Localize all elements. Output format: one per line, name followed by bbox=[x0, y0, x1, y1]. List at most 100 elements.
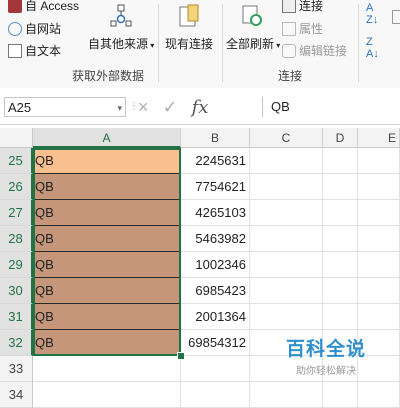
properties-button[interactable]: 属性 bbox=[282, 22, 323, 36]
cell-b[interactable]: 69854312 bbox=[181, 330, 250, 356]
from-web-button[interactable]: 自网站 bbox=[8, 22, 61, 36]
sort-az-icon[interactable]: A Z↓ bbox=[366, 2, 378, 26]
cell-a[interactable]: QB bbox=[33, 330, 181, 356]
row-header[interactable]: 31 bbox=[0, 304, 33, 330]
cell-e[interactable] bbox=[358, 304, 400, 330]
cell-c[interactable] bbox=[250, 174, 323, 200]
formula-input[interactable]: QB bbox=[262, 97, 400, 117]
cell-c[interactable] bbox=[250, 252, 323, 278]
row-header[interactable]: 30 bbox=[0, 278, 33, 304]
cell-a[interactable] bbox=[33, 382, 181, 408]
column-header-b[interactable]: B bbox=[181, 128, 250, 148]
cell-a[interactable]: QB bbox=[33, 226, 181, 252]
cell-d[interactable] bbox=[323, 252, 358, 278]
cell-a[interactable]: QB bbox=[33, 174, 181, 200]
cell-b[interactable] bbox=[181, 382, 250, 408]
row-header[interactable]: 27 bbox=[0, 200, 33, 226]
column-header-e[interactable]: E bbox=[358, 128, 400, 148]
from-access-button[interactable]: 自 Access bbox=[8, 0, 79, 13]
cell-d[interactable] bbox=[323, 226, 358, 252]
cell-c[interactable] bbox=[250, 382, 323, 408]
cancel-icon[interactable]: × bbox=[138, 97, 149, 118]
cell-b[interactable]: 6985423 bbox=[181, 278, 250, 304]
ribbon-separator bbox=[358, 4, 359, 82]
from-other-sources-button[interactable]: 自其他来源 ▾ bbox=[88, 4, 154, 52]
edit-links-label: 编辑链接 bbox=[299, 44, 348, 58]
cell-a[interactable]: QB bbox=[33, 278, 181, 304]
refresh-all-button[interactable]: 全部刷新 ▾ bbox=[226, 4, 281, 52]
insert-function-icon[interactable]: fx bbox=[192, 97, 209, 118]
cell-e[interactable] bbox=[358, 226, 400, 252]
cell-b[interactable]: 7754621 bbox=[181, 174, 250, 200]
cell-a[interactable]: QB bbox=[33, 148, 181, 174]
from-other-label: 自其他来源 bbox=[88, 37, 149, 51]
cell-a[interactable]: QB bbox=[33, 200, 181, 226]
from-text-button[interactable]: 自文本 bbox=[8, 44, 61, 58]
cell-d[interactable] bbox=[323, 278, 358, 304]
cell-c[interactable] bbox=[250, 278, 323, 304]
cell-c[interactable] bbox=[250, 200, 323, 226]
row-header[interactable]: 26 bbox=[0, 174, 33, 200]
sort-button-edge[interactable] bbox=[392, 10, 400, 24]
fill-handle[interactable] bbox=[177, 352, 185, 360]
cell-e[interactable] bbox=[358, 278, 400, 304]
existing-connections-label: 现有连接 bbox=[164, 37, 213, 51]
cell-e[interactable] bbox=[358, 252, 400, 278]
row-header[interactable]: 34 bbox=[0, 382, 33, 408]
cell-c[interactable] bbox=[250, 148, 323, 174]
cell-e[interactable] bbox=[358, 200, 400, 226]
row-header[interactable]: 33 bbox=[0, 356, 33, 382]
column-header-c[interactable]: C bbox=[250, 128, 323, 148]
dropdown-caret-icon: ▾ bbox=[148, 41, 155, 50]
cell-a[interactable] bbox=[33, 356, 181, 382]
existing-connections-button[interactable]: 现有连接 bbox=[162, 4, 216, 52]
row-header[interactable]: 29 bbox=[0, 252, 33, 278]
cell-b[interactable]: 5463982 bbox=[181, 226, 250, 252]
cell-d[interactable] bbox=[323, 174, 358, 200]
name-box-dropdown-icon[interactable]: ▾ bbox=[117, 98, 122, 118]
row-header[interactable]: 32 bbox=[0, 330, 33, 356]
spreadsheet-grid: A B C D E 25 QB 2245631 26 QB 7754621 27 QB 4265… bbox=[0, 128, 400, 408]
cell-d[interactable] bbox=[323, 304, 358, 330]
cell-a[interactable]: QB bbox=[33, 252, 181, 278]
row-header[interactable]: 28 bbox=[0, 226, 33, 252]
cell-e[interactable] bbox=[358, 148, 400, 174]
cell-d[interactable] bbox=[323, 148, 358, 174]
column-header-a[interactable]: A bbox=[33, 128, 181, 148]
edit-links-button[interactable]: 编辑链接 bbox=[282, 44, 347, 58]
formula-bar: A25 ▾ ⋮ × ✓ fx QB bbox=[0, 88, 400, 125]
cell-a[interactable]: QB bbox=[33, 304, 181, 330]
connections-button[interactable]: 连接 bbox=[282, 0, 323, 13]
cell-b[interactable]: 2245631 bbox=[181, 148, 250, 174]
watermark-subtitle: 助你轻松解决 bbox=[296, 366, 356, 377]
properties-label: 属性 bbox=[299, 22, 324, 36]
column-header-d[interactable]: D bbox=[323, 128, 358, 148]
refresh-all-label: 全部刷新 bbox=[226, 37, 275, 51]
existing-connections-icon bbox=[179, 4, 199, 27]
cell-d[interactable] bbox=[323, 382, 358, 408]
sort-za-icon[interactable]: Z A↓ bbox=[366, 36, 379, 60]
name-box-value: A25 bbox=[8, 100, 32, 115]
cell-d[interactable] bbox=[323, 200, 358, 226]
watermark: 百科全说 助你轻松解决 bbox=[286, 334, 366, 377]
cell-c[interactable] bbox=[250, 226, 323, 252]
ribbon-separator bbox=[222, 4, 223, 82]
cell-b[interactable] bbox=[181, 356, 250, 382]
row-header[interactable]: 25 bbox=[0, 148, 33, 174]
cell-b[interactable]: 2001364 bbox=[181, 304, 250, 330]
connections-icon bbox=[282, 0, 296, 13]
cell-b[interactable]: 4265103 bbox=[181, 200, 250, 226]
edit-links-icon bbox=[282, 44, 296, 58]
refresh-icon bbox=[242, 5, 262, 26]
cell-b[interactable]: 1002346 bbox=[181, 252, 250, 278]
select-all-corner[interactable] bbox=[0, 128, 33, 148]
cell-e[interactable] bbox=[358, 382, 400, 408]
enter-icon[interactable]: ✓ bbox=[163, 97, 178, 118]
other-sources-icon bbox=[110, 4, 132, 27]
cell-c[interactable] bbox=[250, 304, 323, 330]
access-icon bbox=[8, 0, 22, 13]
group-label-connections: 连接 bbox=[278, 69, 303, 83]
name-box[interactable]: A25 ▾ bbox=[4, 97, 126, 117]
dropdown-caret-icon: ▾ bbox=[274, 41, 281, 50]
cell-e[interactable] bbox=[358, 174, 400, 200]
